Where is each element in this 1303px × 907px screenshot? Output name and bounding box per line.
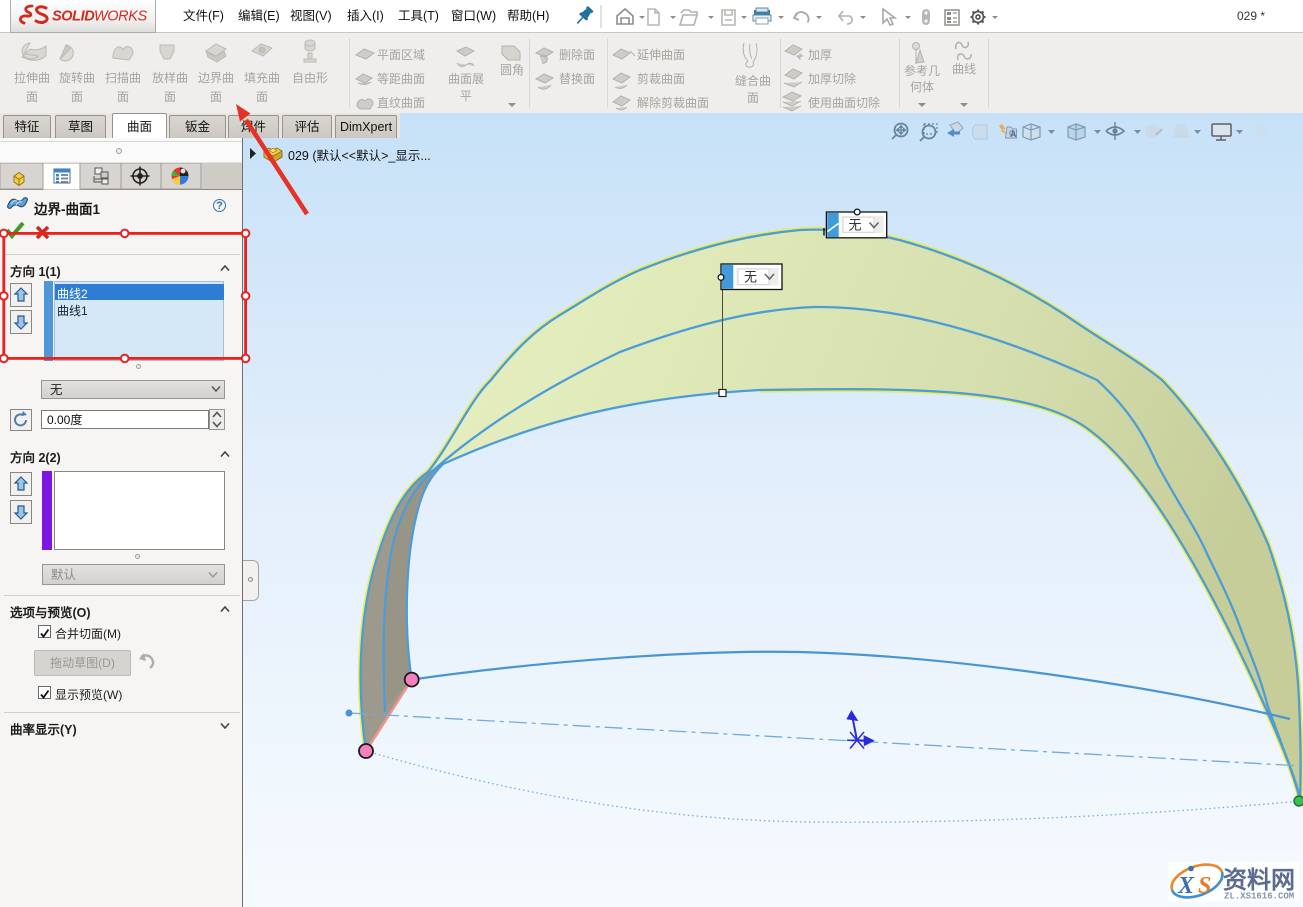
svg-text:拉伸曲: 拉伸曲 bbox=[14, 70, 50, 85]
svg-text:面: 面 bbox=[71, 90, 83, 104]
svg-text:填充曲: 填充曲 bbox=[244, 70, 280, 85]
svg-text:边界曲: 边界曲 bbox=[198, 71, 234, 85]
svg-text:圆角: 圆角 bbox=[500, 63, 524, 77]
svg-text:X: X bbox=[1177, 873, 1195, 899]
svg-text:面: 面 bbox=[164, 90, 176, 104]
svg-text:等距曲面: 等距曲面 bbox=[377, 72, 425, 86]
svg-text:扫描曲: 扫描曲 bbox=[105, 71, 141, 85]
svg-text:剪裁曲面: 剪裁曲面 bbox=[637, 71, 685, 86]
svg-text:何体: 何体 bbox=[910, 80, 934, 94]
svg-text:S: S bbox=[1198, 873, 1211, 899]
svg-text:WORKS: WORKS bbox=[94, 9, 148, 25]
svg-text:SOLID: SOLID bbox=[52, 9, 95, 25]
svg-text:缝合曲: 缝合曲 bbox=[735, 73, 771, 88]
svg-text:A: A bbox=[1010, 129, 1017, 139]
svg-text:资料网: 资料网 bbox=[1223, 867, 1295, 894]
svg-text:加厚切除: 加厚切除 bbox=[808, 71, 856, 86]
svg-text:面: 面 bbox=[26, 90, 38, 104]
svg-text:曲线: 曲线 bbox=[952, 62, 976, 76]
svg-text:无: 无 bbox=[849, 218, 862, 233]
svg-text:放样曲: 放样曲 bbox=[152, 70, 188, 85]
svg-text:解除剪裁曲面: 解除剪裁曲面 bbox=[637, 95, 709, 110]
svg-text:加厚: 加厚 bbox=[808, 48, 832, 62]
svg-text:自由形: 自由形 bbox=[292, 71, 328, 85]
svg-text:曲面展: 曲面展 bbox=[448, 72, 484, 86]
svg-text:替换面: 替换面 bbox=[559, 72, 595, 86]
svg-text:029 (默认<<默认>_显示...: 029 (默认<<默认>_显示... bbox=[288, 148, 431, 163]
svg-text:平面区域: 平面区域 bbox=[377, 48, 425, 62]
svg-text:面: 面 bbox=[747, 91, 759, 105]
svg-text:平: 平 bbox=[460, 89, 472, 103]
svg-text:无: 无 bbox=[744, 270, 757, 285]
svg-text:删除面: 删除面 bbox=[559, 47, 595, 62]
svg-text:面: 面 bbox=[256, 90, 268, 104]
svg-text:面: 面 bbox=[210, 90, 222, 104]
svg-text:使用曲面切除: 使用曲面切除 bbox=[808, 95, 880, 110]
svg-text:直纹曲面: 直纹曲面 bbox=[377, 96, 425, 110]
svg-text:ZL.XS1616.COM: ZL.XS1616.COM bbox=[1224, 892, 1294, 902]
svg-text:参考几: 参考几 bbox=[904, 63, 940, 78]
svg-text:旋转曲: 旋转曲 bbox=[59, 70, 95, 85]
svg-text:面: 面 bbox=[117, 90, 129, 104]
svg-text:延伸曲面: 延伸曲面 bbox=[637, 48, 685, 62]
